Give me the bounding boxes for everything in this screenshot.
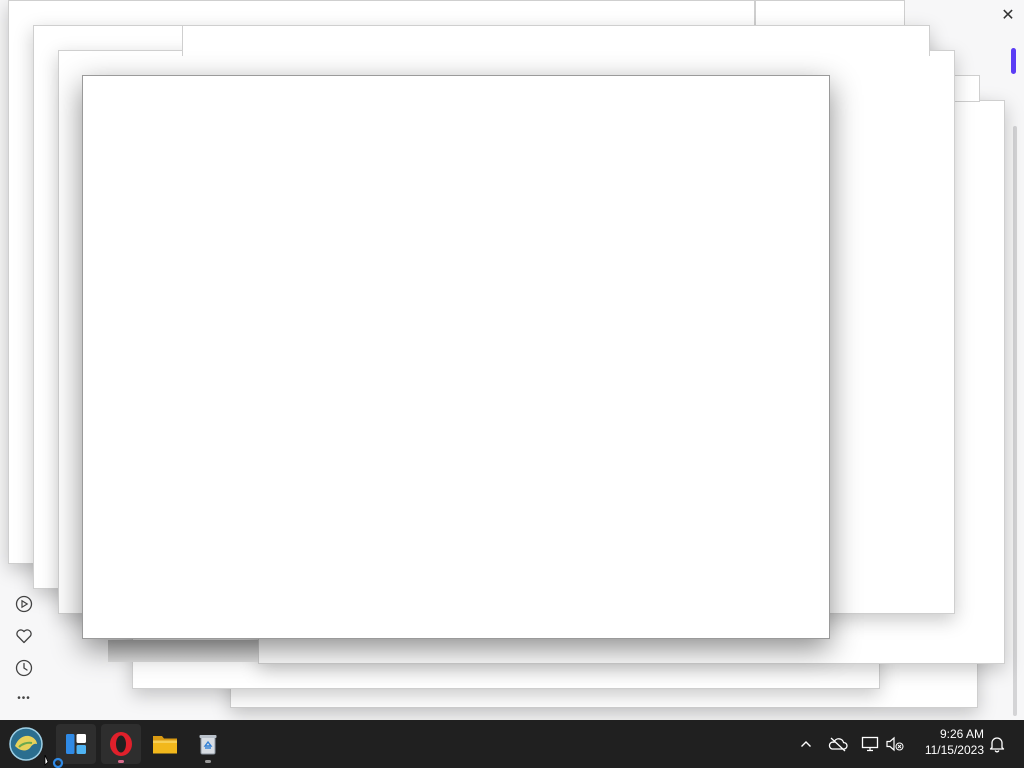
- recycle-bin-icon: [199, 735, 217, 755]
- play-circle-icon[interactable]: [13, 593, 35, 615]
- more-icon[interactable]: •••: [13, 687, 35, 709]
- taskbar: 9:26 AM 11/15/2023: [0, 720, 1024, 768]
- chevron-up-icon[interactable]: [795, 732, 817, 756]
- file-explorer-button[interactable]: [145, 724, 185, 764]
- running-indicator: [205, 760, 211, 763]
- cursor-busy-icon: [44, 755, 64, 768]
- window-shadow-strip: [108, 640, 258, 662]
- desktop: ✕ •••: [0, 0, 1024, 720]
- recycle-bin-button[interactable]: [188, 724, 228, 764]
- network-icon[interactable]: [859, 732, 881, 756]
- clock-time: 9:26 AM: [939, 727, 984, 741]
- opera-button[interactable]: [101, 724, 141, 764]
- widgets-icon: [66, 734, 86, 754]
- close-icon[interactable]: ✕: [1000, 8, 1016, 24]
- volume-muted-icon[interactable]: [884, 732, 906, 756]
- stacked-window: [182, 25, 930, 56]
- start-icon: [9, 727, 43, 761]
- opera-icon: [110, 732, 132, 756]
- clock-date: 11/15/2023: [924, 743, 984, 757]
- start-button[interactable]: [6, 724, 46, 764]
- file-explorer-icon: [153, 736, 177, 754]
- scrollbar-thumb-accent[interactable]: [1011, 48, 1016, 74]
- heart-icon[interactable]: [13, 625, 35, 647]
- running-indicator: [118, 760, 124, 763]
- system-clock[interactable]: 9:26 AM 11/15/2023: [912, 726, 984, 762]
- scrollbar-track[interactable]: [1013, 126, 1017, 716]
- blank-front-window[interactable]: [82, 75, 830, 639]
- notification-icon[interactable]: [986, 732, 1008, 756]
- clock-icon[interactable]: [13, 657, 35, 679]
- onedrive-icon[interactable]: [827, 732, 849, 756]
